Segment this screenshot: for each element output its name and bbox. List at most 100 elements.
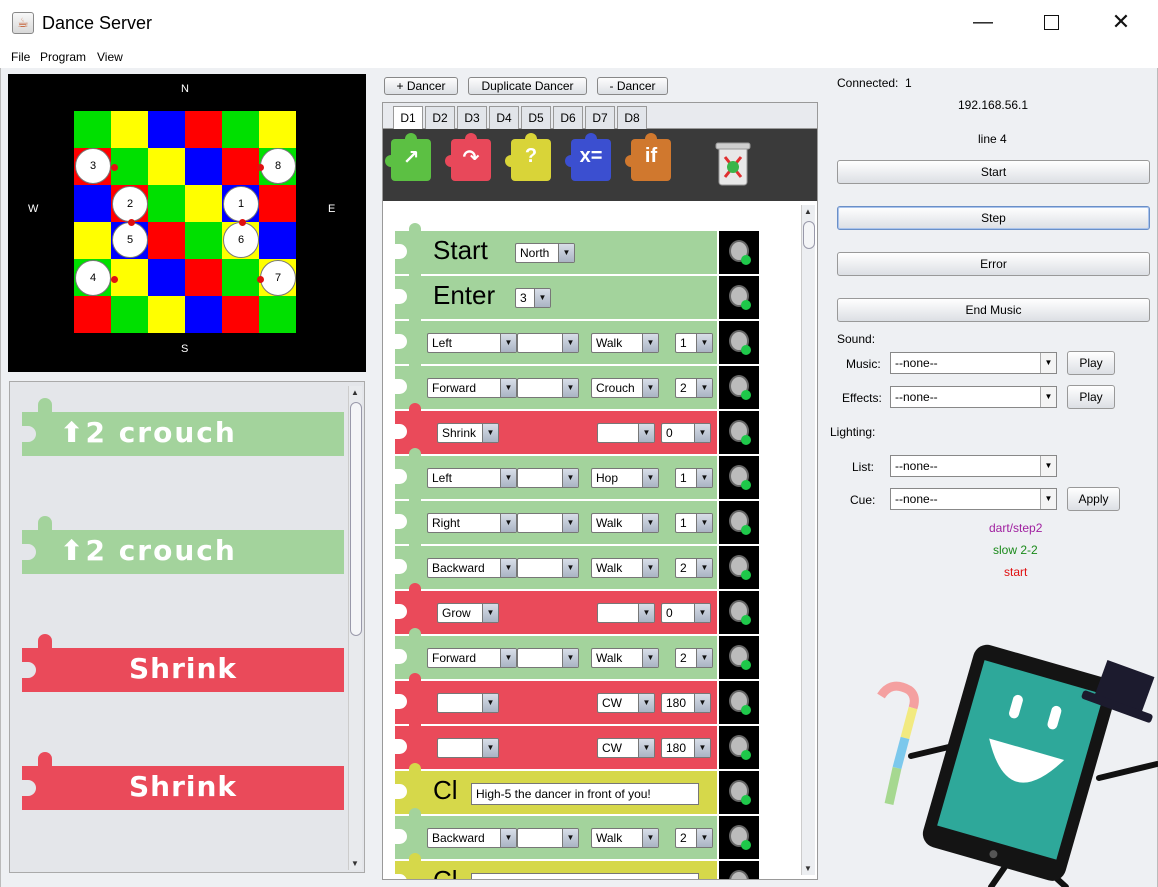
palette-scrollbar[interactable]: ▲ ▼ xyxy=(348,386,362,870)
turn-tool-icon[interactable]: ↷ xyxy=(445,133,491,181)
block-text-input[interactable]: High-5 the dancer in front of you! xyxy=(471,783,699,805)
program-block[interactable]: Left ▼ ▼ Hop ▼ 1 ▼ xyxy=(395,448,759,499)
camera-button[interactable] xyxy=(719,861,759,879)
dancer-marker[interactable]: 8 xyxy=(257,148,296,184)
effects-select[interactable]: --none-- ▼ xyxy=(890,386,1057,408)
block-dropdown[interactable]: 3 ▼ xyxy=(515,288,551,308)
apply-cue-button[interactable]: Apply xyxy=(1067,487,1120,511)
program-block[interactable]: Forward ▼ ▼ Crouch ▼ 2 ▼ xyxy=(395,358,759,409)
maximize-button[interactable] xyxy=(1028,0,1074,46)
block-dropdown[interactable]: CW ▼ xyxy=(597,693,655,713)
block-dropdown[interactable]: ▼ xyxy=(517,828,579,848)
start-button[interactable]: Start xyxy=(837,160,1150,184)
block-dropdown[interactable]: Walk ▼ xyxy=(591,828,659,848)
block-dropdown[interactable]: 180 ▼ xyxy=(661,738,711,758)
dancer-marker[interactable]: 3 xyxy=(75,148,118,184)
block-dropdown[interactable]: CW ▼ xyxy=(597,738,655,758)
block-dropdown[interactable]: ▼ xyxy=(517,513,579,533)
recycle-bin-icon[interactable] xyxy=(713,137,753,189)
remove-dancer-button[interactable]: - Dancer xyxy=(597,77,668,95)
block-dropdown[interactable]: Left ▼ xyxy=(427,468,517,488)
program-block[interactable]: Right ▼ ▼ Walk ▼ 1 ▼ xyxy=(395,493,759,544)
program-block[interactable]: Backward ▼ ▼ Walk ▼ 2 ▼ xyxy=(395,808,759,859)
block-dropdown[interactable]: ▼ xyxy=(517,648,579,668)
camera-button[interactable] xyxy=(719,591,759,634)
lighting-list-select[interactable]: --none-- ▼ xyxy=(890,455,1057,477)
block-dropdown[interactable]: ▼ xyxy=(517,558,579,578)
tab-d1[interactable]: D1 xyxy=(393,106,423,130)
block-dropdown[interactable]: 1 ▼ xyxy=(675,468,713,488)
palette-block[interactable]: ⬆2 crouch xyxy=(22,398,344,456)
music-select[interactable]: --none-- ▼ xyxy=(890,352,1057,374)
tab-d5[interactable]: D5 xyxy=(521,106,551,129)
music-play-button[interactable]: Play xyxy=(1067,351,1115,375)
block-dropdown[interactable]: 2 ▼ xyxy=(675,828,713,848)
minimize-button[interactable]: — xyxy=(960,0,1006,46)
block-dropdown[interactable]: 2 ▼ xyxy=(675,558,713,578)
block-dropdown[interactable]: ▼ xyxy=(517,378,579,398)
dancer-marker[interactable]: 5 xyxy=(112,219,148,258)
program-block[interactable]: ▼ CW ▼ 180 ▼ xyxy=(395,673,759,724)
block-dropdown[interactable]: ▼ xyxy=(517,333,579,353)
block-text-input[interactable] xyxy=(471,873,699,879)
menu-file[interactable]: File xyxy=(11,50,30,64)
tab-d3[interactable]: D3 xyxy=(457,106,487,129)
dancer-marker[interactable]: 1 xyxy=(223,186,259,229)
block-dropdown[interactable]: Walk ▼ xyxy=(591,648,659,668)
camera-button[interactable] xyxy=(719,231,759,274)
program-scrollbar[interactable]: ▲ ▼ xyxy=(801,205,815,875)
palette-scroll-thumb[interactable] xyxy=(350,402,362,636)
camera-button[interactable] xyxy=(719,726,759,769)
program-block[interactable]: Grow ▼ ▼ 0 ▼ xyxy=(395,583,759,634)
camera-button[interactable] xyxy=(719,636,759,679)
variable-tool-icon[interactable]: x= xyxy=(565,133,611,181)
block-dropdown[interactable]: Forward ▼ xyxy=(427,378,517,398)
palette-block[interactable]: Shrink xyxy=(22,752,344,810)
block-dropdown[interactable]: Right ▼ xyxy=(427,513,517,533)
step-button[interactable]: Step xyxy=(837,206,1150,230)
tab-d2[interactable]: D2 xyxy=(425,106,455,129)
question-tool-icon[interactable]: ? xyxy=(505,133,551,181)
block-dropdown[interactable]: ▼ xyxy=(597,423,655,443)
block-dropdown[interactable]: 2 ▼ xyxy=(675,648,713,668)
block-dropdown[interactable]: Grow ▼ xyxy=(437,603,499,623)
camera-button[interactable] xyxy=(719,276,759,319)
duplicate-dancer-button[interactable]: Duplicate Dancer xyxy=(468,77,587,95)
block-dropdown[interactable]: Shrink ▼ xyxy=(437,423,499,443)
block-dropdown[interactable]: Backward ▼ xyxy=(427,828,517,848)
dancer-marker[interactable]: 6 xyxy=(223,219,259,258)
camera-button[interactable] xyxy=(719,546,759,589)
menu-view[interactable]: View xyxy=(97,50,123,64)
block-dropdown[interactable]: Left ▼ xyxy=(427,333,517,353)
block-dropdown[interactable]: Forward ▼ xyxy=(427,648,517,668)
block-dropdown[interactable]: Walk ▼ xyxy=(591,333,659,353)
move-tool-icon[interactable]: ↗ xyxy=(385,133,431,181)
camera-button[interactable] xyxy=(719,771,759,814)
camera-button[interactable] xyxy=(719,366,759,409)
error-button[interactable]: Error xyxy=(837,252,1150,276)
palette-block[interactable]: ⬆2 crouch xyxy=(22,516,344,574)
scroll-down-arrow-icon[interactable]: ▼ xyxy=(351,859,359,868)
program-block[interactable]: Left ▼ ▼ Walk ▼ 1 ▼ xyxy=(395,313,759,364)
camera-button[interactable] xyxy=(719,681,759,724)
block-dropdown[interactable]: Backward ▼ xyxy=(427,558,517,578)
block-dropdown[interactable]: ▼ xyxy=(517,468,579,488)
camera-button[interactable] xyxy=(719,816,759,859)
block-dropdown[interactable]: 0 ▼ xyxy=(661,423,711,443)
scroll-up-arrow-icon[interactable]: ▲ xyxy=(804,207,812,216)
block-dropdown[interactable]: 2 ▼ xyxy=(675,378,713,398)
program-block[interactable]: Cl xyxy=(395,853,759,879)
program-block[interactable]: Backward ▼ ▼ Walk ▼ 2 ▼ xyxy=(395,538,759,589)
block-dropdown[interactable]: North ▼ xyxy=(515,243,575,263)
program-scroll-thumb[interactable] xyxy=(803,221,815,249)
camera-button[interactable] xyxy=(719,321,759,364)
scroll-down-arrow-icon[interactable]: ▼ xyxy=(804,864,812,873)
tab-d4[interactable]: D4 xyxy=(489,106,519,129)
if-tool-icon[interactable]: if xyxy=(625,133,671,181)
block-dropdown[interactable]: 0 ▼ xyxy=(661,603,711,623)
dancer-marker[interactable]: 4 xyxy=(75,260,118,296)
block-dropdown[interactable]: Walk ▼ xyxy=(591,513,659,533)
palette-block[interactable]: Shrink xyxy=(22,634,344,692)
block-dropdown[interactable]: 1 ▼ xyxy=(675,333,713,353)
program-block[interactable]: Shrink ▼ ▼ 0 ▼ xyxy=(395,403,759,454)
